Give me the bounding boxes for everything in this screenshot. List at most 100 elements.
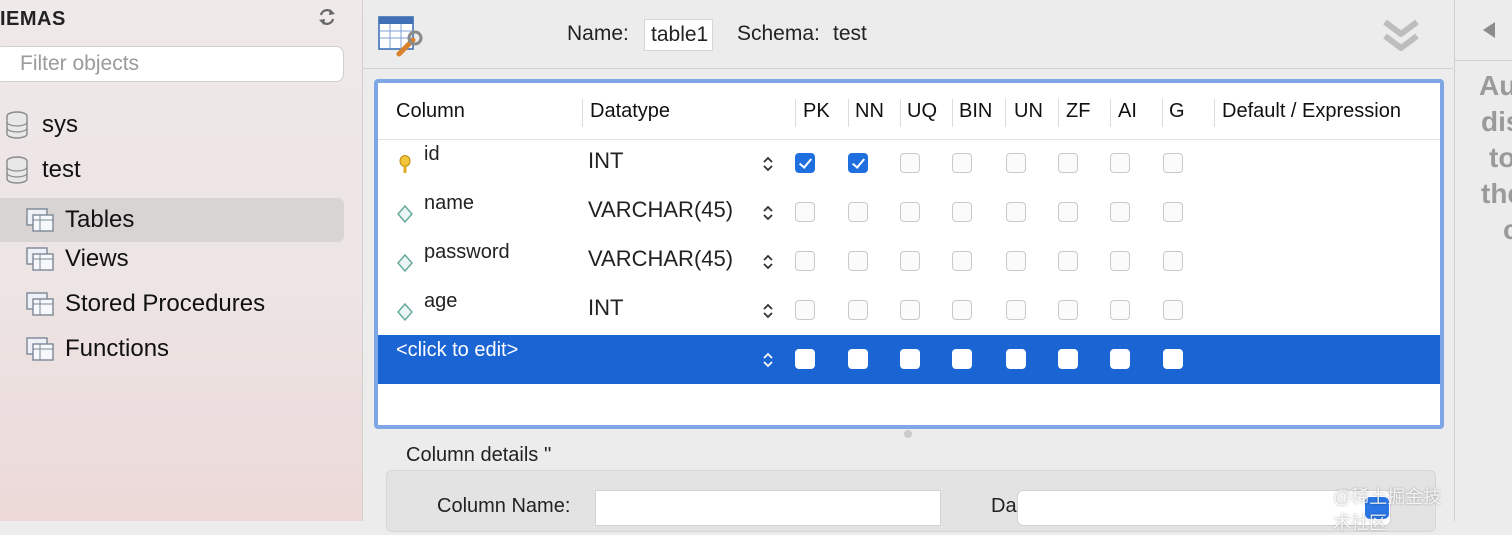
header-zf[interactable]: ZF bbox=[1066, 100, 1090, 123]
flag-checkbox-un[interactable] bbox=[1006, 153, 1026, 173]
flag-checkbox-un[interactable] bbox=[1006, 251, 1026, 271]
header-separator bbox=[900, 99, 901, 127]
datatype-cell[interactable]: VARCHAR(45) bbox=[588, 197, 733, 223]
flag-checkbox-zf[interactable] bbox=[1058, 153, 1078, 173]
datatype-stepper-icon[interactable] bbox=[762, 253, 774, 271]
flag-checkbox-bin[interactable] bbox=[952, 202, 972, 222]
column-row[interactable]: age INT bbox=[378, 286, 1440, 335]
tree-item-label: test bbox=[42, 156, 81, 183]
flag-checkbox-g[interactable] bbox=[1163, 153, 1183, 173]
flag-checkbox-g[interactable] bbox=[1163, 202, 1183, 222]
header-bin[interactable]: BIN bbox=[959, 100, 992, 123]
header-g[interactable]: G bbox=[1169, 100, 1185, 123]
header-column[interactable]: Column bbox=[396, 100, 465, 123]
datatype-cell[interactable]: INT bbox=[588, 148, 623, 174]
header-ai[interactable]: AI bbox=[1118, 100, 1137, 123]
header-un[interactable]: UN bbox=[1014, 100, 1043, 123]
header-separator bbox=[952, 99, 953, 127]
header-datatype[interactable]: Datatype bbox=[590, 100, 670, 123]
column-name-cell[interactable]: id bbox=[424, 143, 440, 166]
flag-checkbox-ai[interactable] bbox=[1110, 251, 1130, 271]
flag-checkbox-nn[interactable] bbox=[848, 349, 868, 369]
click-to-edit-cell[interactable]: <click to edit> bbox=[396, 339, 518, 362]
flag-checkbox-ai[interactable] bbox=[1110, 202, 1130, 222]
new-column-row[interactable]: <click to edit> bbox=[378, 335, 1440, 384]
flag-checkbox-pk[interactable] bbox=[795, 153, 815, 173]
column-details-title: Column details '' bbox=[406, 444, 552, 466]
column-row[interactable]: id INT bbox=[378, 139, 1440, 188]
splitter-handle[interactable] bbox=[904, 430, 912, 438]
header-separator bbox=[1005, 99, 1006, 127]
side-panel-text: Au bbox=[1479, 70, 1512, 101]
flag-checkbox-ai[interactable] bbox=[1110, 153, 1130, 173]
flag-checkbox-bin[interactable] bbox=[952, 153, 972, 173]
flag-checkbox-g[interactable] bbox=[1163, 300, 1183, 320]
schema-value: test bbox=[833, 22, 867, 45]
table-name-field[interactable]: table1 bbox=[644, 19, 713, 51]
flag-checkbox-zf[interactable] bbox=[1058, 300, 1078, 320]
flag-checkbox-zf[interactable] bbox=[1058, 349, 1078, 369]
flag-checkbox-uq[interactable] bbox=[900, 251, 920, 271]
flag-checkbox-zf[interactable] bbox=[1058, 251, 1078, 271]
database-icon bbox=[6, 111, 28, 139]
flag-checkbox-nn[interactable] bbox=[848, 300, 868, 320]
header-nn[interactable]: NN bbox=[855, 100, 884, 123]
flag-checkbox-ai[interactable] bbox=[1110, 300, 1130, 320]
side-panel-text: dis bbox=[1481, 106, 1512, 137]
filter-objects-input[interactable] bbox=[0, 46, 344, 82]
column-name-cell[interactable]: age bbox=[424, 290, 457, 313]
column-name-label: Column Name: bbox=[437, 495, 571, 517]
column-row[interactable]: password VARCHAR(45) bbox=[378, 237, 1440, 286]
column-name-cell[interactable]: name bbox=[424, 192, 474, 215]
header-default-expression[interactable]: Default / Expression bbox=[1222, 100, 1401, 123]
flag-checkbox-un[interactable] bbox=[1006, 202, 1026, 222]
flag-checkbox-nn[interactable] bbox=[848, 251, 868, 271]
refresh-icon[interactable] bbox=[316, 6, 338, 28]
tree-item-label: Functions bbox=[65, 335, 170, 362]
schema-label: Schema: bbox=[737, 22, 820, 45]
triangle-left-icon[interactable] bbox=[1483, 22, 1495, 38]
table-editor: Name: table1 Schema: test Column Datatyp… bbox=[363, 0, 1453, 533]
flag-checkbox-uq[interactable] bbox=[900, 153, 920, 173]
tree-item-label: Stored Procedures bbox=[65, 290, 266, 317]
flag-checkbox-un[interactable] bbox=[1006, 300, 1026, 320]
flag-checkbox-nn[interactable] bbox=[848, 202, 868, 222]
flag-checkbox-nn[interactable] bbox=[848, 153, 868, 173]
flag-checkbox-bin[interactable] bbox=[952, 349, 972, 369]
flag-checkbox-uq[interactable] bbox=[900, 202, 920, 222]
procedure-folder-icon bbox=[26, 292, 54, 316]
datatype-cell[interactable]: VARCHAR(45) bbox=[588, 246, 733, 272]
flag-checkbox-ai[interactable] bbox=[1110, 349, 1130, 369]
flag-checkbox-pk[interactable] bbox=[795, 251, 815, 271]
tree-item-functions[interactable]: Functions bbox=[25, 332, 169, 366]
tree-item-stored-procedures[interactable]: Stored Procedures bbox=[25, 287, 265, 321]
flag-checkbox-un[interactable] bbox=[1006, 349, 1026, 369]
flag-checkbox-g[interactable] bbox=[1163, 251, 1183, 271]
datatype-stepper-icon[interactable] bbox=[762, 302, 774, 320]
column-row[interactable]: name VARCHAR(45) bbox=[378, 188, 1440, 237]
flag-checkbox-pk[interactable] bbox=[795, 300, 815, 320]
watermark: @稀土掘金技术社区 bbox=[1333, 487, 1442, 533]
flag-checkbox-zf[interactable] bbox=[1058, 202, 1078, 222]
datatype-stepper-icon[interactable] bbox=[762, 351, 774, 369]
flag-checkbox-bin[interactable] bbox=[952, 251, 972, 271]
header-uq[interactable]: UQ bbox=[907, 100, 937, 123]
tree-item-sys[interactable]: sys bbox=[4, 108, 78, 142]
flag-checkbox-uq[interactable] bbox=[900, 300, 920, 320]
tree-item-views[interactable]: Views bbox=[25, 242, 129, 276]
datatype-stepper-icon[interactable] bbox=[762, 204, 774, 222]
name-label: Name: bbox=[567, 22, 629, 45]
column-name-cell[interactable]: password bbox=[424, 241, 510, 264]
tree-item-test[interactable]: test bbox=[4, 153, 81, 187]
datatype-cell[interactable]: INT bbox=[588, 295, 623, 321]
datatype-stepper-icon[interactable] bbox=[762, 155, 774, 173]
flag-checkbox-pk[interactable] bbox=[795, 349, 815, 369]
flag-checkbox-pk[interactable] bbox=[795, 202, 815, 222]
header-separator bbox=[582, 99, 583, 127]
header-pk[interactable]: PK bbox=[803, 100, 830, 123]
tree-item-tables[interactable]: Tables bbox=[0, 198, 344, 242]
flag-checkbox-g[interactable] bbox=[1163, 349, 1183, 369]
flag-checkbox-uq[interactable] bbox=[900, 349, 920, 369]
collapse-chevrons-icon[interactable] bbox=[1381, 16, 1421, 56]
flag-checkbox-bin[interactable] bbox=[952, 300, 972, 320]
